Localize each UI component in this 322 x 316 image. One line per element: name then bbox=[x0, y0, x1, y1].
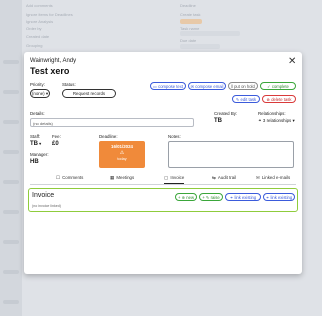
compose-text-button[interactable]: ▭ compose text bbox=[150, 82, 186, 90]
invoice-title: Invoice bbox=[32, 192, 55, 199]
audit-icon: ⇆ bbox=[212, 175, 216, 180]
chevron-down-icon: ▾ bbox=[291, 118, 295, 123]
warning-icon: ⚠ bbox=[119, 150, 125, 156]
priority-select[interactable]: (none) ▾ bbox=[30, 89, 50, 98]
fee-value[interactable]: £0 bbox=[52, 141, 59, 147]
deadline-box[interactable]: 16/01/2024 ⚠ today bbox=[99, 141, 145, 168]
tab-meetings[interactable]: ▦ Meetings bbox=[110, 175, 134, 181]
fee-label: Fee: bbox=[52, 134, 61, 139]
new-invoice-button[interactable]: + ⊕ new bbox=[175, 193, 197, 201]
background-badge bbox=[180, 19, 202, 24]
background-text: Order by bbox=[26, 26, 42, 31]
tab-linked-emails[interactable]: ✉ Linked e-mails bbox=[256, 175, 290, 181]
relationships-label: Relationships: bbox=[258, 111, 286, 116]
background-text: Due date bbox=[180, 38, 197, 43]
staff-select[interactable]: TB ▾ bbox=[30, 141, 41, 147]
client-name[interactable]: Wainwright, Andy bbox=[30, 58, 76, 64]
background-field bbox=[180, 31, 240, 36]
delete-task-button[interactable]: ⊗ delete task bbox=[262, 95, 296, 103]
deadline-label: Deadline: bbox=[99, 134, 118, 139]
tab-invoice[interactable]: ▢ Invoice bbox=[164, 175, 185, 184]
tab-comments[interactable]: ☐ Comments bbox=[56, 175, 83, 181]
invoice-icon: ▢ bbox=[164, 175, 169, 180]
chevron-down-icon: ▾ bbox=[38, 141, 42, 146]
background-text: Add comments bbox=[26, 3, 53, 8]
background-nav-item bbox=[3, 120, 19, 124]
status-select[interactable]: Request records bbox=[62, 89, 116, 98]
tab-audit-trail[interactable]: ⇆ Audit trail bbox=[212, 175, 236, 181]
background-text: Create task bbox=[180, 12, 201, 17]
background-nav-item bbox=[3, 210, 19, 214]
chevron-down-icon: ▾ bbox=[44, 91, 49, 96]
created-by-label: Created By: bbox=[214, 111, 238, 116]
background-text: Deadline bbox=[180, 3, 196, 8]
comment-icon: ☐ bbox=[56, 175, 61, 180]
background-nav-item bbox=[3, 240, 19, 244]
background-nav-item bbox=[3, 270, 19, 274]
background-text: Created date bbox=[26, 34, 50, 39]
plus-icon: + ✎ bbox=[202, 195, 211, 200]
status-label: Status: bbox=[62, 82, 76, 87]
link-existing-button[interactable]: ⚭ link existing bbox=[225, 193, 261, 201]
calendar-icon: ▦ bbox=[110, 175, 115, 180]
mail-icon: ✉ bbox=[256, 175, 260, 180]
priority-value: (none) bbox=[31, 91, 45, 96]
background-nav-item bbox=[3, 60, 19, 64]
background-text: Grouping bbox=[26, 43, 43, 48]
compose-email-button[interactable]: ✉ compose email bbox=[188, 82, 226, 90]
deadline-note: today bbox=[117, 157, 127, 161]
details-label: Details: bbox=[30, 111, 45, 116]
close-icon[interactable]: ✕ bbox=[288, 57, 296, 67]
task-tabs: ☐ Comments ▦ Meetings ▢ Invoice ⇆ Audit trai… bbox=[30, 174, 296, 185]
manager-label: Manager: bbox=[30, 152, 49, 157]
created-by-value: TB bbox=[214, 118, 222, 124]
details-field[interactable]: (no details) bbox=[30, 118, 194, 127]
raise-invoice-button[interactable]: + ✎ raise bbox=[199, 193, 223, 201]
task-modal: Wainwright, Andy Test xero ✕ Priority: (… bbox=[24, 52, 302, 274]
background-nav-item bbox=[3, 300, 19, 304]
background-sidebar bbox=[0, 0, 22, 316]
notes-textarea[interactable] bbox=[168, 141, 294, 168]
deadline-date: 16/01/2024 bbox=[111, 144, 133, 149]
notes-label: Notes: bbox=[168, 134, 181, 139]
staff-label: Staff: bbox=[30, 134, 41, 139]
complete-button[interactable]: ✓ complete bbox=[260, 82, 296, 90]
task-title: Test xero bbox=[30, 66, 70, 76]
manager-value[interactable]: HB bbox=[30, 159, 39, 165]
invoice-panel: Invoice (no invoice linked) + ⊕ new + ✎ … bbox=[28, 188, 298, 212]
edit-task-button[interactable]: ✎ edit task bbox=[232, 95, 260, 103]
priority-label: Priority: bbox=[30, 82, 45, 87]
put-on-hold-button[interactable]: ‖ put on hold bbox=[228, 82, 258, 90]
link-existing-button[interactable]: ⚭ link existing bbox=[263, 193, 295, 201]
background-field bbox=[180, 44, 220, 49]
background-nav-item bbox=[3, 90, 19, 94]
background-text: Ignore items for Deadlines bbox=[26, 12, 73, 17]
relationships-dropdown[interactable]: ⚭ 3 relationships ▾ bbox=[258, 118, 295, 124]
background-nav-item bbox=[3, 150, 19, 154]
background-nav-item bbox=[3, 180, 19, 184]
background-text: Ignore Analysis bbox=[26, 19, 54, 24]
invoice-empty-text: (no invoice linked) bbox=[32, 204, 61, 208]
